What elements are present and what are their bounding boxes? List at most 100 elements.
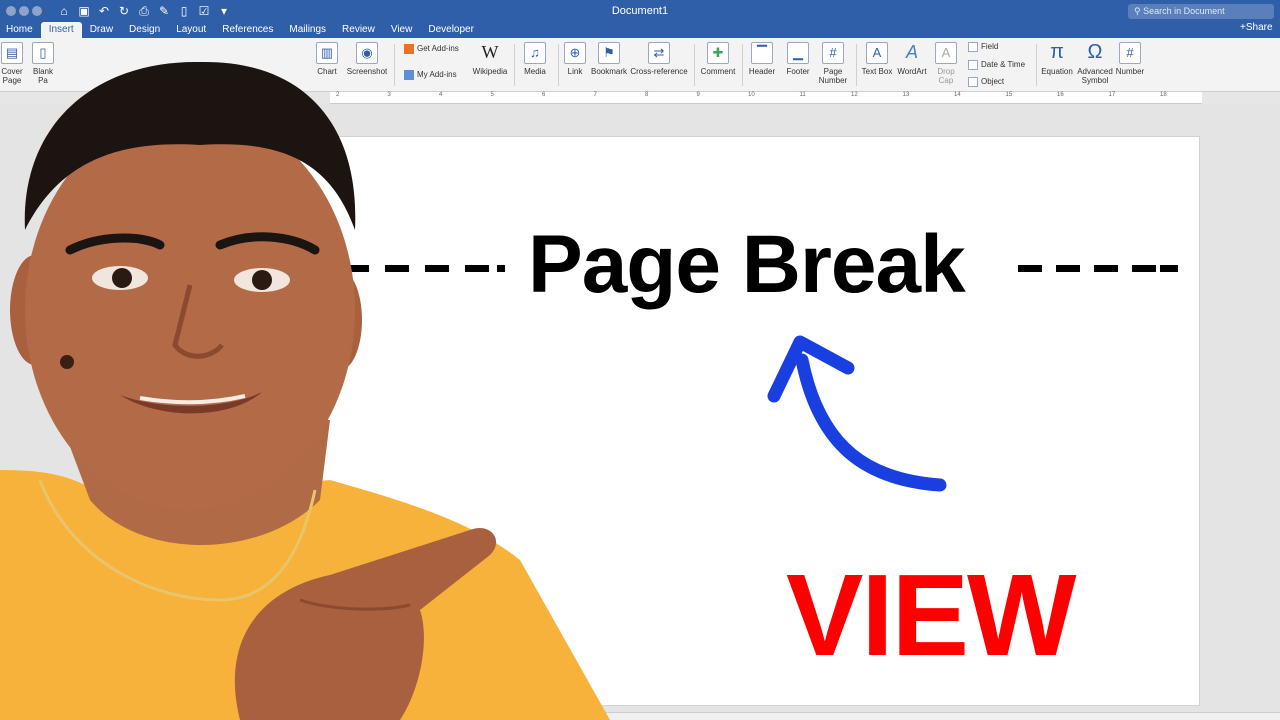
horizontal-ruler[interactable]: 2 3 4 5 6 7 8 9 10 11 12 13 14 15 16 17 18 xyxy=(330,92,1202,104)
my-addins-label: My Add-ins xyxy=(417,70,457,80)
footer-button[interactable]: ▁ Footer xyxy=(782,42,814,76)
wikipedia-label: Wikipedia xyxy=(472,67,508,76)
cross-reference-icon: ⇄ xyxy=(648,42,670,64)
ruler-tick-label: 4 xyxy=(439,92,443,98)
date-time-label: Date & Time xyxy=(981,60,1026,70)
comment-icon: ✚ xyxy=(707,42,729,64)
object-icon xyxy=(968,77,978,87)
number-icon: # xyxy=(1119,42,1141,64)
header-button[interactable]: ▔ Header xyxy=(746,42,778,76)
page-break-dash xyxy=(1018,265,1042,272)
cross-reference-button[interactable]: ⇄ Cross-reference xyxy=(630,42,688,76)
addins-icon xyxy=(404,70,414,80)
tab-layout[interactable]: Layout xyxy=(168,22,214,38)
comment-button[interactable]: ✚ Comment xyxy=(698,42,738,76)
share-label: Share xyxy=(1245,22,1273,33)
number-button[interactable]: # Number xyxy=(1114,42,1146,76)
cover-page-label: Cover Page xyxy=(1,67,23,85)
ribbon-separator xyxy=(694,44,695,86)
comment-label: Comment xyxy=(700,67,736,76)
field-button[interactable]: Field xyxy=(968,42,1032,52)
link-label: Link xyxy=(567,67,583,76)
clock-icon xyxy=(968,60,978,70)
advanced-symbol-button[interactable]: Ω Advanced Symbol xyxy=(1076,42,1114,85)
wordart-button[interactable]: A WordArt xyxy=(896,42,928,76)
object-button[interactable]: Object xyxy=(968,77,1032,87)
media-button[interactable]: ♫ Media xyxy=(520,42,550,76)
search-input[interactable]: ⚲ Search in Document xyxy=(1128,4,1274,19)
ruler-tick-label: 17 xyxy=(1108,92,1116,98)
wikipedia-button[interactable]: W Wikipedia xyxy=(472,42,508,76)
tab-view[interactable]: View xyxy=(383,22,421,38)
ribbon-separator xyxy=(1036,44,1037,86)
ruler-tick-label: 5 xyxy=(490,92,494,98)
get-addins-label: Get Add-ins xyxy=(417,44,459,54)
ribbon-separator xyxy=(558,44,559,86)
page-break-text: Page Break xyxy=(528,219,966,310)
blank-page-button[interactable]: ▯ Blank Pa xyxy=(30,42,56,85)
page-number-icon: # xyxy=(822,42,844,64)
chart-icon: ▥ xyxy=(316,42,338,64)
tab-references[interactable]: References xyxy=(214,22,281,38)
bookmark-label: Bookmark xyxy=(590,67,627,76)
ruler-tick-label: 11 xyxy=(799,92,806,98)
number-label: Number xyxy=(1115,67,1145,76)
text-box-button[interactable]: A Text Box xyxy=(860,42,894,76)
tab-mailings[interactable]: Mailings xyxy=(281,22,334,38)
ruler-tick-label: 8 xyxy=(645,92,649,98)
page-number-label: Page Number xyxy=(818,67,848,85)
page-break-dash xyxy=(345,265,369,272)
wordart-icon: A xyxy=(905,42,918,62)
header-icon: ▔ xyxy=(751,42,773,64)
ruler-tick-label: 6 xyxy=(542,92,546,98)
tab-draw[interactable]: Draw xyxy=(82,22,121,38)
tab-design[interactable]: Design xyxy=(121,22,168,38)
share-button[interactable]: +Share xyxy=(1240,22,1273,33)
chart-label: Chart xyxy=(317,67,337,76)
cross-reference-label: Cross-reference xyxy=(630,67,688,76)
advanced-symbol-label: Advanced Symbol xyxy=(1077,67,1113,85)
blank-page-label: Blank Pa xyxy=(32,67,53,85)
footer-icon: ▁ xyxy=(787,42,809,64)
drop-cap-button[interactable]: A Drop Cap xyxy=(932,42,960,85)
link-button[interactable]: ⊕ Link xyxy=(564,42,586,76)
store-icon xyxy=(404,44,414,54)
ruler-tick-label: 9 xyxy=(696,92,700,98)
cover-page-button[interactable]: ▤ Cover Page xyxy=(0,42,24,85)
object-label: Object xyxy=(981,77,1005,87)
tab-insert[interactable]: Insert xyxy=(40,22,82,38)
ribbon-separator xyxy=(742,44,743,86)
page-break-dash xyxy=(1056,265,1080,272)
screenshot-button[interactable]: ◉ Screenshot xyxy=(346,42,388,76)
equation-button[interactable]: π Equation xyxy=(1040,42,1074,76)
blank-page-icon: ▯ xyxy=(32,42,54,64)
my-addins-button[interactable]: My Add-ins xyxy=(404,70,470,80)
page-break-dash xyxy=(1094,265,1118,272)
ruler-tick-label: 10 xyxy=(748,92,755,98)
footer-label: Footer xyxy=(786,67,810,76)
page-break-dash xyxy=(425,265,449,272)
ruler-tick-label: 2 xyxy=(336,92,340,98)
ribbon-separator xyxy=(394,44,395,86)
tab-developer[interactable]: Developer xyxy=(420,22,482,38)
screenshot-label: Screenshot xyxy=(346,67,388,76)
tab-home[interactable]: Home xyxy=(0,22,41,38)
header-label: Header xyxy=(748,67,776,76)
ruler-tick-label: 18 xyxy=(1160,92,1167,98)
ruler-tick-label: 16 xyxy=(1057,92,1064,98)
search-icon: ⚲ xyxy=(1134,6,1144,16)
chart-button[interactable]: ▥ Chart xyxy=(314,42,340,76)
page-break-dash xyxy=(465,265,489,272)
page-number-button[interactable]: # Page Number xyxy=(816,42,850,85)
get-addins-button[interactable]: Get Add-ins xyxy=(404,44,470,54)
pi-icon: π xyxy=(1050,41,1064,63)
tab-review[interactable]: Review xyxy=(334,22,383,38)
curved-arrow-icon xyxy=(767,335,947,492)
bookmark-button[interactable]: ⚑ Bookmark xyxy=(590,42,628,76)
ruler-tick-label: 7 xyxy=(593,92,597,98)
drop-cap-icon: A xyxy=(935,42,957,64)
text-box-icon: A xyxy=(866,42,888,64)
wordart-label: WordArt xyxy=(897,67,927,76)
page-break-dash xyxy=(497,265,505,272)
date-time-button[interactable]: Date & Time xyxy=(968,60,1032,70)
